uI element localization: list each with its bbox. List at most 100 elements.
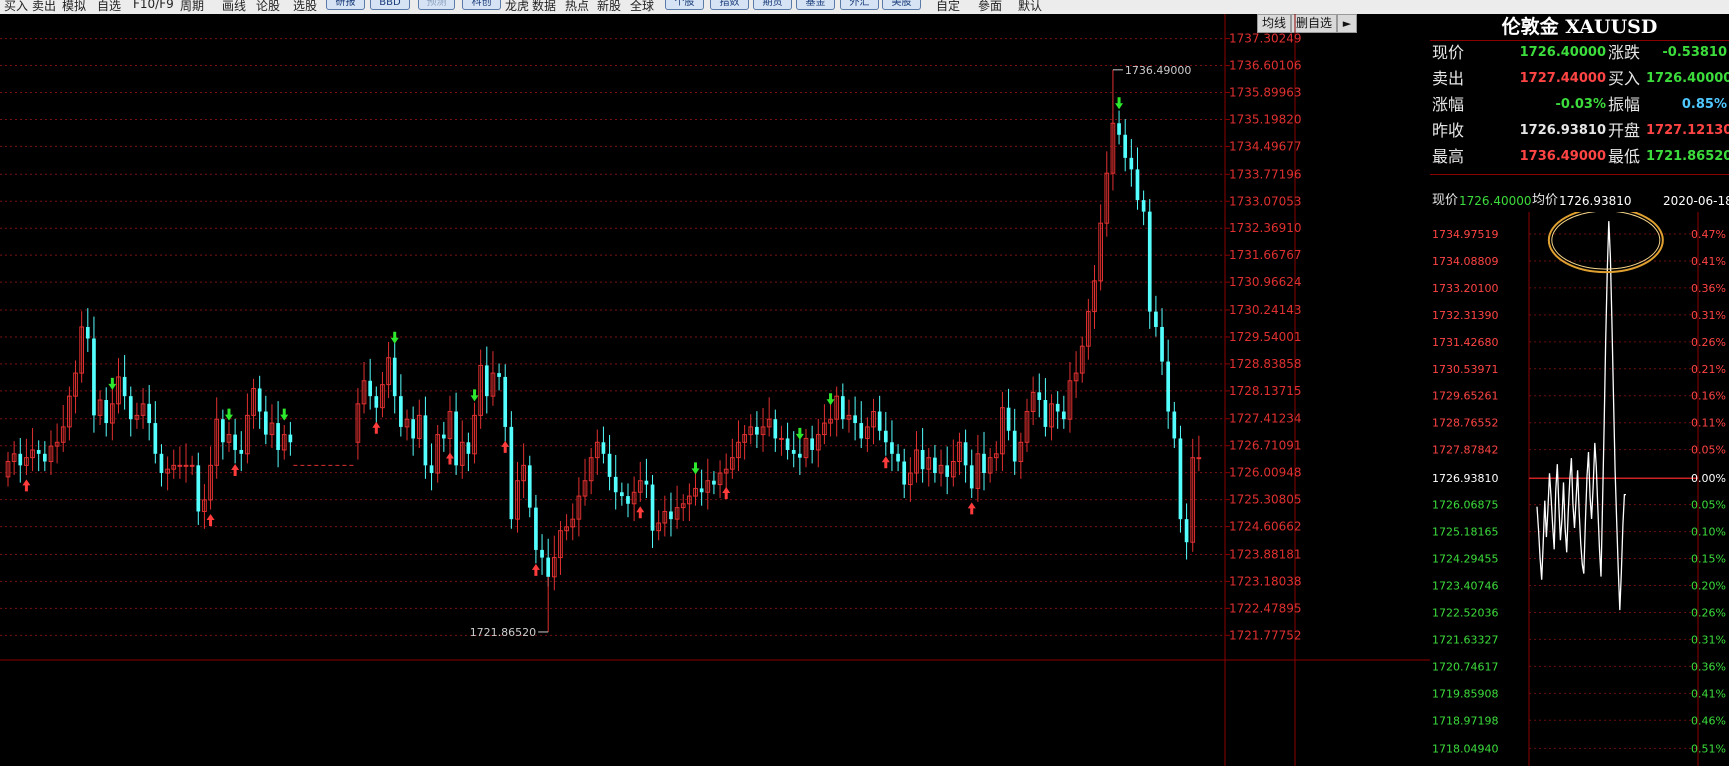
toolbar-item[interactable]: 买入 [4, 0, 28, 14]
candle-body [42, 453, 47, 462]
toolbar-button[interactable]: 个股 [665, 0, 704, 10]
y-tick-label: 1731.66767 [1229, 248, 1302, 262]
candle-body [1043, 400, 1048, 427]
toolbar-button[interactable]: 全球 [630, 0, 654, 14]
candle-body [128, 396, 133, 420]
candle-body [1184, 519, 1189, 543]
toolbar-button[interactable]: 期货 [753, 0, 792, 10]
candle-body [890, 442, 894, 454]
toolbar-item[interactable]: 模拟 [62, 0, 86, 14]
y-tick-label: 1721.77752 [1229, 628, 1302, 642]
candlestick-chart: 1737.30249 1736.60106 1735.89963 1735.19820… [0, 14, 1430, 766]
candle-body [423, 415, 428, 466]
candle-body [1012, 430, 1017, 462]
toolbar-button[interactable]: 科创 [462, 0, 501, 10]
y-tick-label: 1726.71091 [1229, 439, 1302, 453]
candle-body [546, 557, 551, 577]
quote-value: 1726.93810 [1519, 123, 1606, 138]
mini-pct-label: 0.36% [1691, 660, 1726, 673]
toolbar-button[interactable]: 龙虎 [505, 0, 529, 14]
mini-y-label: 1721.63327 [1432, 633, 1498, 646]
y-tick-label: 1735.89963 [1229, 86, 1302, 100]
mini-y-label: 1728.76552 [1432, 417, 1498, 430]
candle-body [85, 326, 90, 339]
toolbar-button[interactable]: 数据 [532, 0, 556, 14]
toolbar-item[interactable]: 自选 [97, 0, 121, 14]
candle-body [36, 449, 41, 454]
candle-body [1135, 169, 1140, 201]
quote-row: 现价 1726.40000 涨跌 -0.53810 [1430, 40, 1729, 66]
y-tick-label: 1730.96624 [1229, 275, 1302, 289]
y-tick-label: 1722.47895 [1229, 601, 1302, 615]
mini-pct-label: 0.41% [1691, 687, 1726, 700]
candle-body [177, 464, 183, 467]
toolbar-button[interactable]: 美股 [882, 0, 921, 10]
toolbar-item[interactable]: 画线 [222, 0, 246, 14]
mini-y-label: 1734.08809 [1432, 255, 1498, 268]
candle-body [620, 492, 624, 497]
candle-body [982, 453, 986, 474]
toolbar-item[interactable]: 參面 [978, 0, 1002, 14]
mini-pct-label: 0.47% [1691, 228, 1726, 241]
toolbar-item[interactable]: 选股 [293, 0, 317, 14]
toolbar-button[interactable]: 预测 [418, 0, 455, 10]
quote-label: 涨跌 [1608, 43, 1641, 62]
toolbar-button[interactable]: BBD [370, 0, 410, 10]
toolbar-item[interactable]: 自定 [936, 0, 960, 14]
quote-label: 最高 [1432, 147, 1465, 166]
y-tick-label: 1723.88181 [1229, 547, 1302, 561]
candle-body [883, 430, 888, 443]
candle-body [147, 403, 152, 424]
candle-body [399, 396, 403, 427]
mini-pct-label: 0.05% [1691, 444, 1726, 457]
toolbar-item[interactable]: 论股 [256, 0, 280, 14]
mini-y-label: 1719.85908 [1432, 687, 1498, 700]
candle-body [933, 457, 937, 474]
candle-body [601, 442, 606, 454]
quote-value: -0.03% [1555, 97, 1607, 112]
mini-chart-header: 现价 1726.40000 均价 1726.93810 2020-06-18 [1430, 190, 1729, 212]
quote-label: 振幅 [1608, 95, 1641, 114]
candle-body [466, 442, 471, 454]
y-tick-label: 1733.77196 [1229, 167, 1302, 181]
quote-value: 1726.40000 [1646, 71, 1729, 86]
candle-body [1006, 407, 1011, 431]
candle-body [650, 484, 655, 531]
candle-body [712, 480, 716, 485]
candle-body [785, 438, 790, 450]
candle-body [902, 461, 907, 485]
toolbar-button[interactable]: 新股 [597, 0, 621, 14]
candle-body [221, 419, 225, 443]
mini-y-label: 1726.93810 [1432, 472, 1498, 485]
mini-pct-label: 0.51% [1691, 742, 1726, 755]
candle-body [1037, 392, 1042, 400]
high-label: 1736.49000 [1125, 64, 1191, 77]
mini-pct-label: 0.46% [1691, 714, 1726, 727]
toolbar-button[interactable]: 热点 [565, 0, 589, 14]
quote-row: 涨幅 -0.03% 振幅 0.85% [1430, 92, 1729, 118]
toolbar-button[interactable]: 研报 [326, 0, 365, 10]
candle-body [276, 423, 280, 450]
candle-body [392, 357, 397, 397]
toolbar-item[interactable]: F10/F9 [133, 0, 174, 11]
candle-body [644, 480, 649, 485]
toolbar-item[interactable]: 卖出 [32, 0, 56, 14]
candle-body [1160, 326, 1164, 362]
quote-value: 1736.49000 [1519, 149, 1606, 164]
toolbar-button[interactable]: 外汇 [840, 0, 879, 10]
candle-body [153, 423, 158, 454]
toolbar-item[interactable]: 周期 [180, 0, 204, 14]
avg-value: 1726.93810 [1559, 194, 1632, 208]
candle-body [534, 507, 538, 550]
candle-body [669, 511, 673, 520]
mini-y-label: 1727.87842 [1432, 444, 1498, 457]
toolbar-item[interactable]: 默认 [1018, 0, 1042, 14]
toolbar-button[interactable]: 指数 [710, 0, 749, 10]
candle-body [853, 415, 857, 424]
y-tick-label: 1730.24143 [1229, 303, 1302, 317]
candle-body [288, 434, 293, 443]
mini-y-label: 1724.29455 [1432, 553, 1498, 566]
toolbar-button[interactable]: 基金 [796, 0, 835, 10]
candle-body [159, 453, 164, 474]
mini-y-label: 1729.65261 [1432, 390, 1498, 403]
